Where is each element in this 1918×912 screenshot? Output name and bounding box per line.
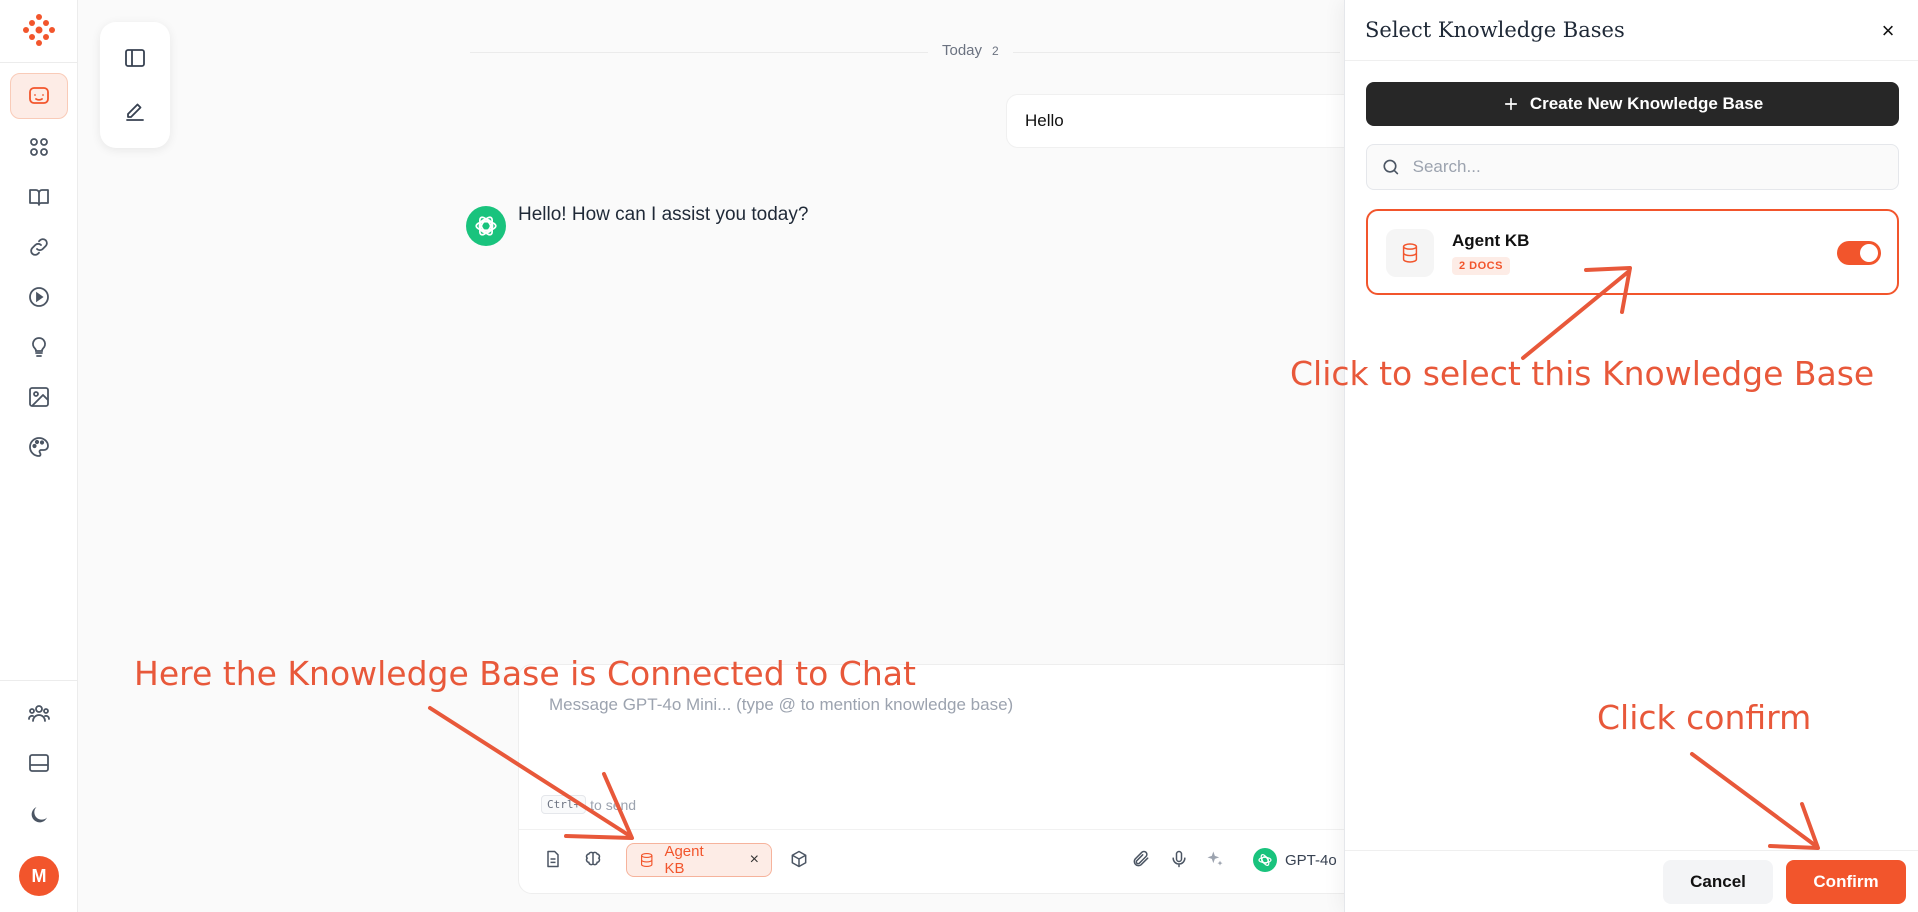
assistant-message: Hello! How can I assist you today? [518, 204, 809, 225]
assistant-avatar [466, 206, 506, 246]
create-kb-label: Create New Knowledge Base [1529, 94, 1764, 113]
enhance-prompt-button[interactable] [1201, 845, 1229, 873]
rail-themes-button[interactable] [10, 424, 68, 470]
database-icon [640, 852, 653, 868]
brain-icon [585, 851, 601, 866]
toggle-sidebar-button[interactable] [121, 44, 149, 72]
left-rail: M [0, 0, 78, 912]
kb-chip-remove[interactable]: × [750, 851, 759, 869]
edit-icon [126, 103, 144, 121]
rail-layout-button[interactable] [10, 740, 68, 786]
chat-icon [29, 87, 49, 104]
rail-link-button[interactable] [10, 224, 68, 270]
search-icon [1383, 159, 1399, 175]
create-kb-button[interactable]: Create New Knowledge Base [1366, 82, 1899, 126]
lightbulb-icon [32, 337, 46, 357]
paperclip-icon [1133, 850, 1149, 867]
user-avatar[interactable]: M [19, 856, 59, 896]
openai-icon [1258, 854, 1272, 866]
cancel-button[interactable]: Cancel [1663, 860, 1773, 904]
panel-footer-divider [1345, 850, 1918, 851]
database-icon [1402, 243, 1418, 263]
model-selector[interactable]: GPT-4o [1253, 843, 1337, 877]
toggle-knob [1860, 244, 1878, 262]
sidebar-toggle-icon [125, 49, 145, 67]
day-separator [470, 52, 1340, 53]
kb-item-icon [1386, 229, 1434, 277]
rail-play-button[interactable] [10, 274, 68, 320]
day-label: Today 2 [928, 42, 1013, 59]
moon-icon [31, 807, 47, 823]
rail-divider [0, 62, 78, 63]
kb-item-doc-count: 2 DOCS [1452, 257, 1510, 275]
rail-knowledge-button[interactable] [10, 174, 68, 220]
select-kb-panel: Select Knowledge Bases × Create New Know… [1344, 0, 1918, 912]
send-hint-text: to send [590, 796, 637, 813]
send-hint-key: Ctrl+ [541, 795, 587, 814]
microphone-icon [1172, 850, 1186, 868]
kb-item-toggle[interactable] [1837, 241, 1881, 265]
user-message: Hello [1006, 94, 1366, 148]
apps-icon [30, 138, 48, 156]
model-logo [1253, 848, 1277, 872]
rail-theme-toggle[interactable] [10, 792, 68, 838]
document-icon [547, 850, 559, 868]
plus-icon [1504, 97, 1517, 111]
rail-apps-button[interactable] [10, 124, 68, 170]
cube-icon [791, 850, 807, 868]
rail-users-button[interactable] [10, 690, 68, 736]
panel-title: Select Knowledge Bases [1365, 18, 1625, 42]
tools-button[interactable] [785, 845, 813, 873]
close-icon: × [1881, 18, 1895, 43]
day-message-count: 2 [992, 44, 999, 58]
users-icon [28, 705, 50, 722]
kb-chip-label: Agent KB [664, 843, 704, 877]
model-label: GPT-4o [1285, 851, 1337, 869]
new-chat-button[interactable] [121, 98, 149, 126]
sparkles-icon [1207, 851, 1223, 866]
rail-divider-bottom [0, 680, 78, 681]
day-label-text: Today [942, 42, 983, 59]
close-panel-button[interactable]: × [1875, 18, 1901, 44]
attach-file-button[interactable] [1127, 845, 1155, 873]
panel-divider [1345, 60, 1918, 61]
image-icon [29, 387, 49, 407]
rail-ideas-button[interactable] [10, 324, 68, 370]
message-composer[interactable]: Message GPT-4o Mini... (type @ to mentio… [518, 664, 1369, 894]
floating-toolbar [100, 22, 170, 148]
openai-icon [475, 216, 497, 236]
voice-input-button[interactable] [1165, 845, 1193, 873]
play-icon [29, 287, 49, 307]
composer-divider [519, 829, 1369, 830]
link-icon [30, 238, 48, 256]
kb-search-input[interactable] [1412, 157, 1884, 177]
book-icon [29, 189, 49, 206]
kb-search[interactable] [1366, 144, 1899, 190]
palette-icon [29, 437, 49, 457]
logo-icon[interactable] [21, 12, 57, 48]
send-hint: Ctrl+ to send [541, 795, 636, 814]
rail-images-button[interactable] [10, 374, 68, 420]
attach-document-button[interactable] [539, 845, 567, 873]
confirm-button[interactable]: Confirm [1786, 860, 1906, 904]
brain-button[interactable] [579, 845, 607, 873]
kb-chip[interactable]: Agent KB × [626, 843, 772, 877]
annotation-click-confirm: Click confirm [1597, 698, 1812, 737]
annotation-kb-connected: Here the Knowledge Base is Connected to … [134, 654, 916, 693]
kb-list-item[interactable]: Agent KB 2 DOCS [1366, 209, 1899, 295]
rail-chat-button[interactable] [10, 73, 68, 119]
kb-item-name: Agent KB [1452, 231, 1530, 250]
composer-placeholder[interactable]: Message GPT-4o Mini... (type @ to mentio… [549, 695, 1013, 715]
layout-icon [29, 754, 49, 772]
annotation-select-kb: Click to select this Knowledge Base [1290, 354, 1875, 393]
